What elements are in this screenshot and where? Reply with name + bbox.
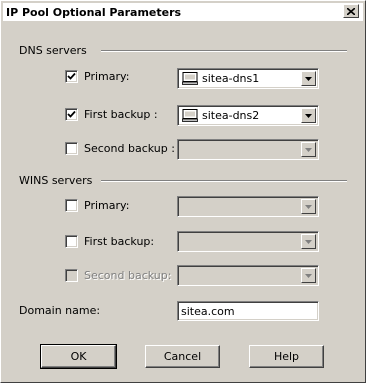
dns-second-backup-row: Second backup : — [65, 138, 175, 158]
dns-second-backup-select[interactable] — [177, 139, 319, 160]
checkmark-icon — [67, 72, 76, 80]
wins-primary-select[interactable] — [177, 196, 319, 217]
wins-first-backup-label: First backup: — [84, 234, 155, 248]
dns-primary-label: Primary: — [84, 69, 130, 83]
dns-group-divider — [101, 50, 347, 52]
dns-group-label: DNS servers — [19, 44, 87, 57]
chevron-down-icon — [305, 273, 312, 278]
wins-group-divider — [101, 180, 347, 182]
dns-primary-checkbox[interactable] — [65, 69, 78, 83]
wins-second-backup-dropdown-button[interactable] — [301, 268, 316, 283]
dns-primary-dropdown-button[interactable] — [301, 71, 316, 86]
chevron-down-icon — [305, 239, 312, 244]
wins-group-label: WINS servers — [19, 174, 93, 187]
dns-primary-row: Primary: — [65, 66, 129, 86]
computer-icon — [182, 109, 198, 122]
dns-first-backup-dropdown-button[interactable] — [301, 108, 316, 123]
wins-primary-dropdown-button[interactable] — [301, 199, 316, 214]
dns-second-backup-checkbox[interactable] — [65, 141, 78, 155]
dns-first-backup-row: First backup : — [65, 104, 158, 124]
wins-first-backup-row: First backup: — [65, 231, 154, 251]
wins-second-backup-label: Second backup: — [84, 268, 172, 282]
dns-first-backup-label: First backup : — [84, 107, 158, 121]
wins-primary-checkbox[interactable] — [65, 198, 78, 212]
dialog-window: IP Pool Optional Parameters DNS servers … — [0, 0, 366, 383]
domain-name-label: Domain name: — [19, 304, 101, 317]
chevron-down-icon — [305, 147, 312, 152]
wins-first-backup-checkbox[interactable] — [65, 234, 78, 248]
dns-primary-select[interactable]: sitea-dns1 — [177, 68, 319, 89]
window-title: IP Pool Optional Parameters — [6, 5, 182, 19]
dns-first-backup-select[interactable]: sitea-dns2 — [177, 105, 319, 126]
wins-first-backup-select[interactable] — [177, 231, 319, 252]
dns-second-backup-label: Second backup : — [84, 141, 175, 155]
title-bar: IP Pool Optional Parameters — [3, 3, 363, 21]
chevron-down-icon — [305, 76, 312, 81]
close-button[interactable] — [343, 4, 359, 18]
wins-second-backup-checkbox[interactable] — [65, 268, 78, 282]
cancel-button[interactable]: Cancel — [145, 345, 220, 368]
help-button[interactable]: Help — [249, 345, 324, 368]
close-icon — [347, 7, 355, 15]
checkmark-icon — [67, 110, 76, 118]
chevron-down-icon — [305, 113, 312, 118]
ok-button[interactable]: OK — [40, 344, 117, 369]
chevron-down-icon — [305, 204, 312, 209]
wins-second-backup-select[interactable] — [177, 265, 319, 286]
domain-name-input[interactable]: sitea.com — [177, 301, 319, 321]
wins-second-backup-row: Second backup: — [65, 265, 171, 285]
wins-primary-row: Primary: — [65, 195, 129, 215]
dns-first-backup-checkbox[interactable] — [65, 107, 78, 121]
wins-primary-label: Primary: — [84, 198, 130, 212]
computer-icon — [182, 72, 198, 85]
dns-second-backup-dropdown-button[interactable] — [301, 142, 316, 157]
wins-first-backup-dropdown-button[interactable] — [301, 234, 316, 249]
